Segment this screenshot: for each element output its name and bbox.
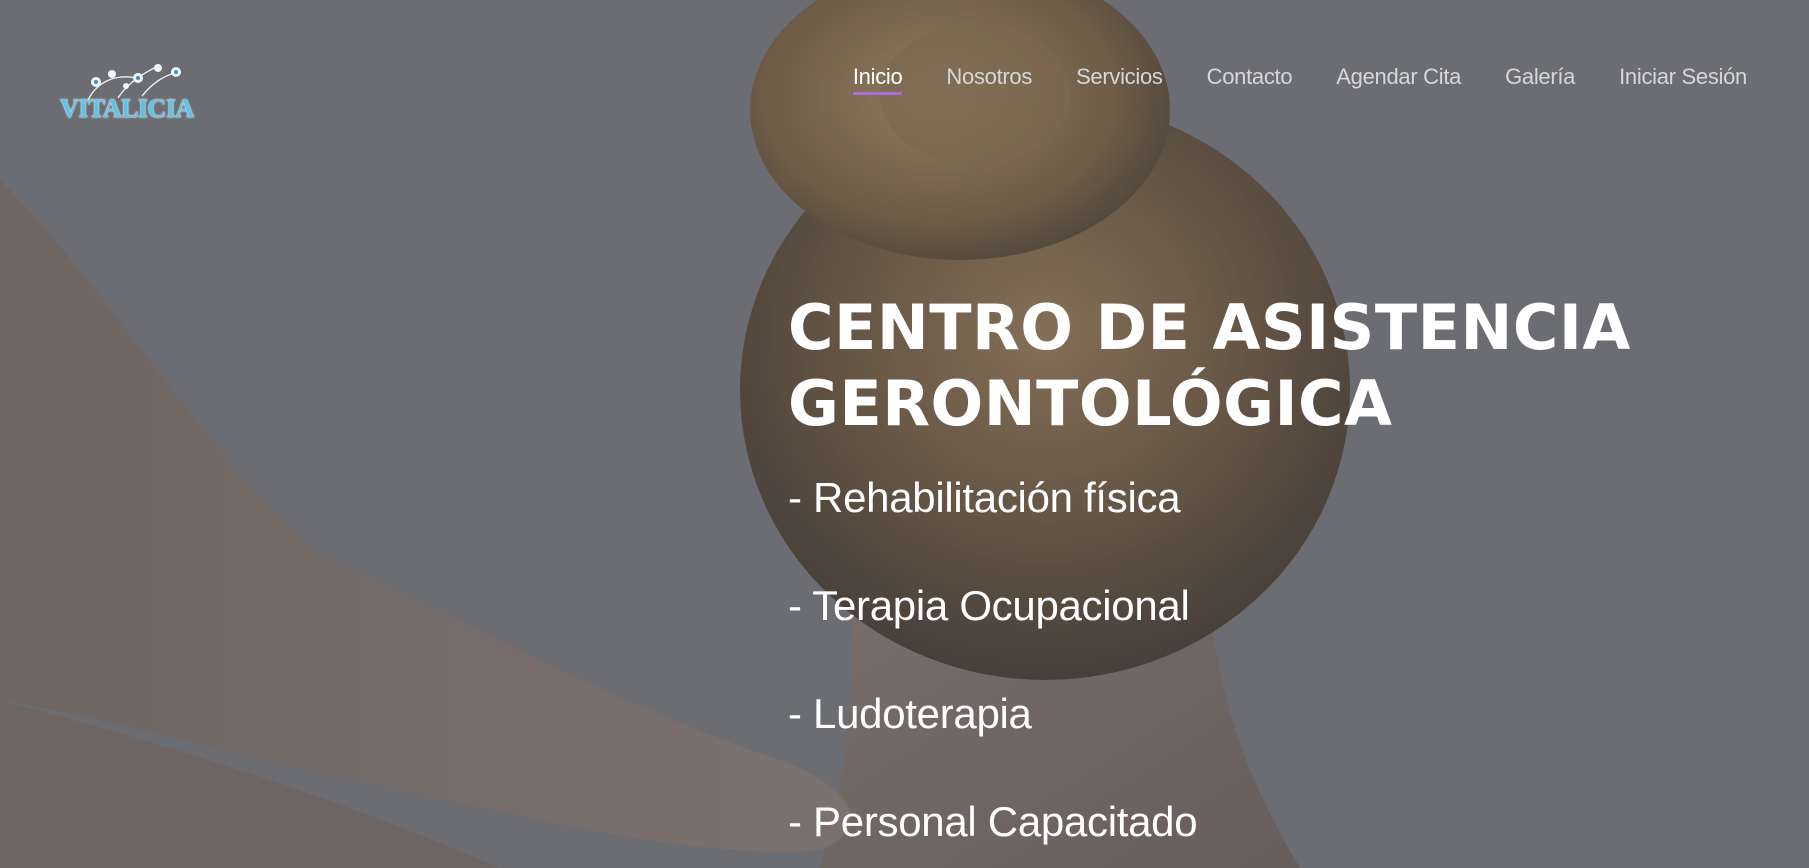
- nav-item-agendar-cita[interactable]: Agendar Cita: [1336, 62, 1461, 92]
- brand-logo-text: VITALICIA: [60, 94, 194, 123]
- service-item-personal-capacitado: - Personal Capacitado: [788, 798, 1198, 845]
- nav-item-iniciar-sesion[interactable]: Iniciar Sesión: [1619, 62, 1747, 92]
- services-list: - Rehabilitación física - Terapia Ocupac…: [788, 472, 1198, 868]
- nav-item-galeria[interactable]: Galería: [1505, 62, 1575, 92]
- hero-section: VITALICIA Inicio Nosotros Servicios Cont…: [0, 0, 1809, 868]
- nav-item-contacto[interactable]: Contacto: [1207, 62, 1293, 92]
- nav-item-nosotros[interactable]: Nosotros: [946, 62, 1032, 92]
- brand-logo[interactable]: VITALICIA: [58, 60, 208, 128]
- service-item-terapia-ocupacional: - Terapia Ocupacional: [788, 582, 1190, 629]
- service-item-ludoterapia: - Ludoterapia: [788, 690, 1032, 737]
- hero-title-line-2: GERONTOLÓGICA: [788, 367, 1393, 440]
- hero-title: CENTRO DE ASISTENCIA GERONTOLÓGICA: [788, 290, 1631, 442]
- nav-item-servicios[interactable]: Servicios: [1076, 62, 1163, 92]
- hero-title-line-1: CENTRO DE ASISTENCIA: [788, 291, 1631, 364]
- service-item-rehabilitacion: - Rehabilitación física: [788, 474, 1181, 521]
- nav-item-inicio[interactable]: Inicio: [852, 62, 903, 95]
- main-navigation: Inicio Nosotros Servicios Contacto Agend…: [809, 62, 1747, 95]
